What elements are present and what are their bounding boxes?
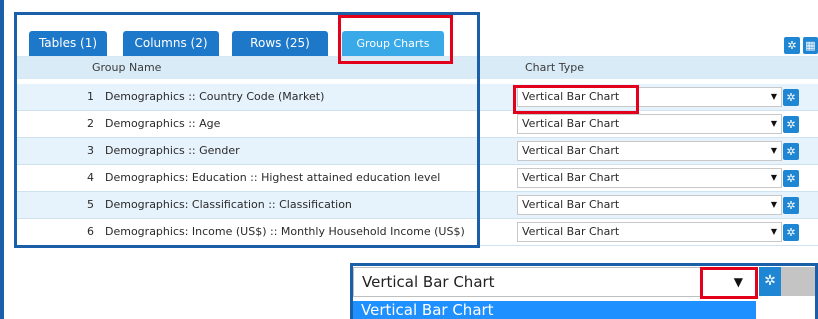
- dropdown-arrow-icon[interactable]: ▼: [771, 88, 777, 106]
- annotation-red-box-chart-type: [513, 85, 639, 114]
- left-annotation-rule: [0, 0, 4, 319]
- chart-type-value: Vertical Bar Chart: [522, 225, 620, 238]
- dropdown-arrow-icon[interactable]: ▼: [771, 196, 777, 214]
- grid-icon: ▦: [805, 39, 816, 52]
- dropdown-arrow-icon[interactable]: ▼: [771, 169, 777, 187]
- row-settings-button[interactable]: ✲: [783, 116, 799, 133]
- gear-icon: ✲: [786, 118, 796, 131]
- grid-button[interactable]: ▦: [803, 37, 818, 54]
- annotation-red-box-dropdown-arrow: [700, 267, 758, 299]
- row-settings-button[interactable]: ✲: [783, 89, 799, 106]
- chart-type-select[interactable]: Vertical Bar Chart ▼: [517, 195, 782, 215]
- chart-type-value: Vertical Bar Chart: [522, 198, 620, 211]
- column-header-chart-type[interactable]: Chart Type: [525, 57, 584, 79]
- row-settings-button[interactable]: ✲: [783, 143, 799, 160]
- dropdown-arrow-icon[interactable]: ▼: [771, 142, 777, 160]
- dropdown-arrow-icon[interactable]: ▼: [771, 115, 777, 133]
- chart-type-value: Vertical Bar Chart: [522, 144, 620, 157]
- chart-type-select[interactable]: Vertical Bar Chart ▼: [517, 141, 782, 161]
- gear-icon: ✲: [786, 199, 796, 212]
- gear-icon: ✲: [786, 226, 796, 239]
- dropdown-arrow-icon[interactable]: ▼: [771, 223, 777, 241]
- row-settings-button[interactable]: ✲: [783, 170, 799, 187]
- gear-icon: ✲: [786, 172, 796, 185]
- chart-type-select[interactable]: Vertical Bar Chart ▼: [517, 168, 782, 188]
- chart-type-select[interactable]: Vertical Bar Chart ▼: [517, 222, 782, 242]
- gear-icon: ✲: [786, 91, 796, 104]
- row-settings-button[interactable]: ✲: [783, 224, 799, 241]
- settings-gear-button[interactable]: ✲: [784, 37, 800, 54]
- row-settings-button[interactable]: ✲: [783, 197, 799, 214]
- annotation-red-box-group-charts-tab: [338, 15, 453, 64]
- chart-type-select[interactable]: Vertical Bar Chart ▼: [517, 114, 782, 134]
- chart-type-value: Vertical Bar Chart: [522, 171, 620, 184]
- gear-icon: ✲: [786, 145, 796, 158]
- chart-type-value: Vertical Bar Chart: [522, 117, 620, 130]
- gear-icon: ✲: [787, 39, 797, 52]
